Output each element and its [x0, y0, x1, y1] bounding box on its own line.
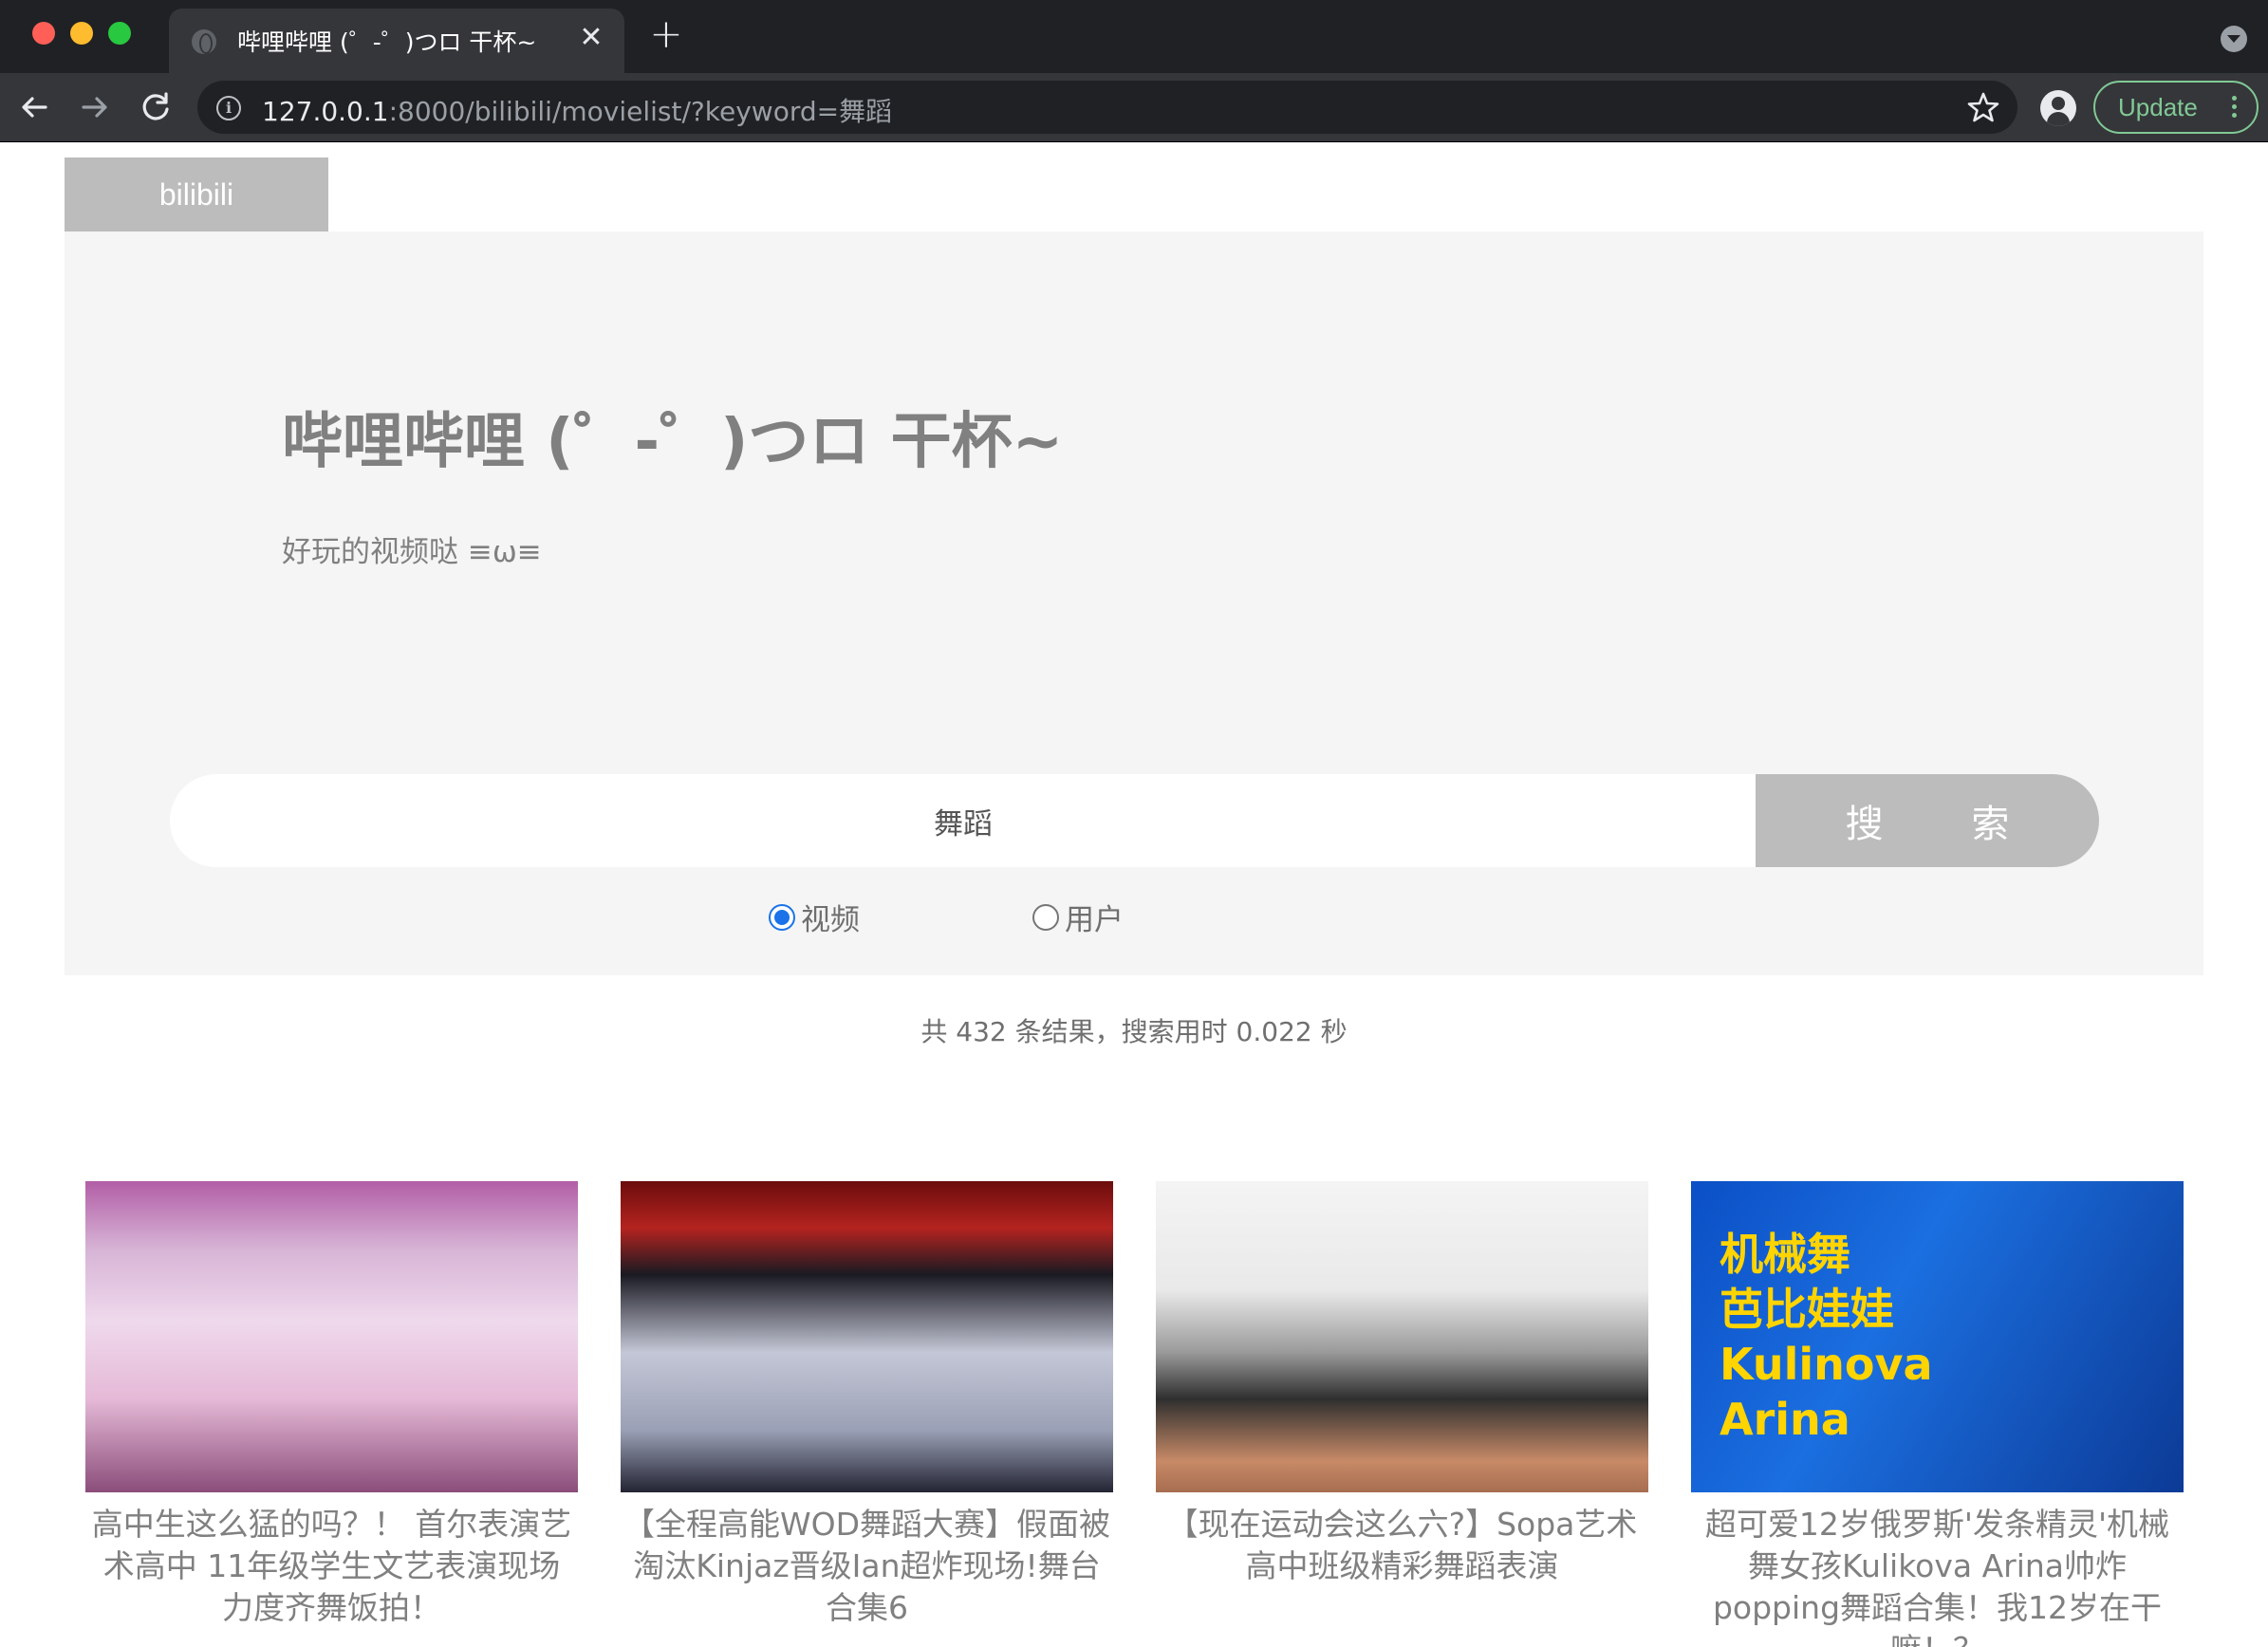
close-icon[interactable]: ✕: [575, 22, 607, 54]
search-button[interactable]: 搜 索: [1756, 774, 2099, 867]
url-text[interactable]: 127.0.0.1:8000/bilibili/movielist/?keywo…: [262, 91, 892, 129]
tab-title: 哔哩哔哩 (゜-゜)つロ 干杯~: [237, 28, 537, 56]
video-thumbnail[interactable]: 机械舞 芭比娃娃 Kulinova Arina: [1691, 1181, 2184, 1492]
close-window-button[interactable]: [32, 22, 55, 45]
search-input[interactable]: [170, 774, 1757, 867]
video-title[interactable]: 【现在运动会这么六?】Sopa艺术高中班级精彩舞蹈表演: [1156, 1504, 1648, 1587]
info-icon[interactable]: i: [216, 96, 241, 120]
page-title: 哔哩哔哩 (゜-゜)つロ 干杯~: [282, 407, 1064, 477]
update-button[interactable]: Update: [2093, 81, 2259, 134]
globe-icon: [192, 29, 216, 54]
browser-tabstrip: 哔哩哔哩 (゜-゜)つロ 干杯~ ✕ +: [0, 0, 2268, 73]
result-summary: 共 432 条结果，搜索用时 0.022 秒: [920, 1016, 1348, 1047]
browser-toolbar: i 127.0.0.1:8000/bilibili/movielist/?key…: [0, 73, 2268, 142]
video-thumbnail[interactable]: [621, 1181, 1113, 1492]
radio-video[interactable]: [769, 903, 795, 931]
back-icon[interactable]: [15, 88, 53, 126]
search-type-user[interactable]: 用户: [1032, 896, 1124, 938]
video-card[interactable]: 【全程高能WOD舞蹈大赛】假面被淘汰Kinjaz晋级Ian超炸现场!舞台合集6: [621, 1181, 1113, 1629]
video-title[interactable]: 【全程高能WOD舞蹈大赛】假面被淘汰Kinjaz晋级Ian超炸现场!舞台合集6: [621, 1504, 1113, 1629]
page-subtitle: 好玩的视频哒 ≡ω≡: [282, 535, 542, 569]
reload-icon[interactable]: [137, 88, 175, 126]
video-card[interactable]: 【现在运动会这么六?】Sopa艺术高中班级精彩舞蹈表演: [1156, 1181, 1648, 1587]
video-thumbnail[interactable]: [1156, 1181, 1648, 1492]
browser-tab[interactable]: 哔哩哔哩 (゜-゜)つロ 干杯~ ✕: [169, 9, 624, 73]
search-type-video[interactable]: 视频: [769, 896, 860, 938]
minimize-window-button[interactable]: [70, 22, 93, 45]
address-bar[interactable]: i 127.0.0.1:8000/bilibili/movielist/?key…: [197, 81, 2017, 134]
hero-banner: 哔哩哔哩 (゜-゜)つロ 干杯~ 好玩的视频哒 ≡ω≡ 搜 索 视频 用户: [65, 231, 2203, 975]
forward-icon[interactable]: [76, 88, 114, 126]
video-thumbnail[interactable]: [85, 1181, 578, 1492]
video-list: 高中生这么猛的吗？！ 首尔表演艺术高中 11年级学生文艺表演现场 力度齐舞饭拍！…: [0, 1181, 2268, 1647]
video-card[interactable]: 机械舞 芭比娃娃 Kulinova Arina 超可爱12岁俄罗斯'发条精灵'机…: [1691, 1181, 2184, 1647]
radio-user-label: 用户: [1065, 903, 1124, 937]
menu-dots-icon[interactable]: [2232, 96, 2238, 119]
radio-user[interactable]: [1032, 903, 1059, 931]
maximize-window-button[interactable]: [108, 22, 131, 45]
video-card[interactable]: 高中生这么猛的吗？！ 首尔表演艺术高中 11年级学生文艺表演现场 力度齐舞饭拍！: [85, 1181, 578, 1629]
tab-search-icon[interactable]: [2221, 26, 2247, 52]
video-title[interactable]: 高中生这么猛的吗？！ 首尔表演艺术高中 11年级学生文艺表演现场 力度齐舞饭拍！: [85, 1504, 578, 1629]
radio-video-label: 视频: [801, 903, 860, 937]
thumbnail-caption: 机械舞 芭比娃娃 Kulinova Arina: [1720, 1229, 1933, 1445]
plus-icon[interactable]: +: [649, 14, 683, 54]
profile-icon[interactable]: [2040, 90, 2076, 126]
video-title[interactable]: 超可爱12岁俄罗斯'发条精灵'机械舞女孩Kulikova Arina帅炸popp…: [1691, 1504, 2184, 1647]
star-icon[interactable]: [1966, 90, 2000, 124]
brand-logo[interactable]: bilibili: [65, 157, 328, 231]
